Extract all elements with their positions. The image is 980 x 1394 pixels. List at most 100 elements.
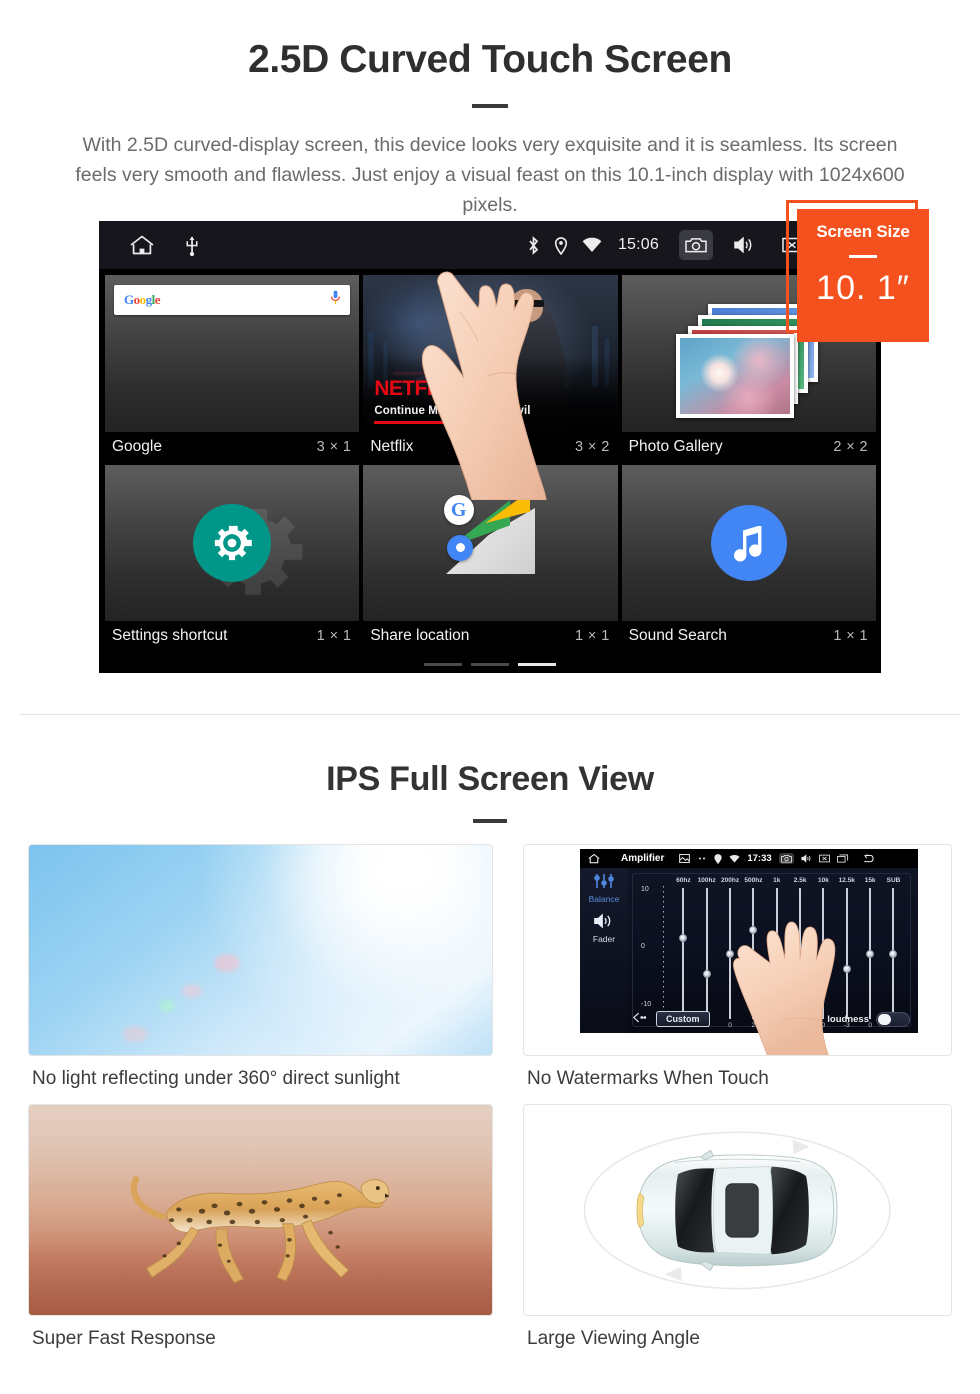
equalizer-scale: 10 0 -10 [641,886,671,1008]
gallery-icon[interactable] [679,854,691,863]
widget-cell-sound-search[interactable]: Sound Search 1 × 1 [621,464,876,651]
curved-touch-screen-section: 2.5D Curved Touch Screen With 2.5D curve… [0,0,980,716]
page-dot[interactable] [424,663,462,666]
back-arrow-icon[interactable] [862,853,877,864]
widget-meta-google: Google 3 × 1 [105,431,360,462]
netflix-artwork: NETFLIX Continue Marvel's Daredevil [363,275,618,432]
fader-speaker-icon[interactable] [580,904,628,934]
band-slider-knob[interactable] [866,949,875,958]
widget-preview-google: Google [105,275,360,432]
netflix-continue-text: Continue Marvel's Daredevil [374,404,531,417]
feature-card-viewing-angle: Large Viewing Angle [523,1104,952,1350]
amplifier-screenshot: Amplifier 17:33 Balance Fader 10 0 -10 6… [580,849,918,1055]
equalizer-band[interactable]: SUB 0 [883,877,904,1029]
amplifier-status-bar: Amplifier 17:33 [580,849,918,868]
bluetooth-icon [527,235,540,255]
google-maps-icon[interactable]: G [443,495,536,575]
usb-icon [185,234,199,256]
band-slider-track[interactable] [679,888,688,1019]
widget-preview-sound-search [621,464,876,621]
feature-card-fast-response: Super Fast Response [28,1104,493,1350]
equalizer-band[interactable]: 100hz -4 [696,877,717,1029]
equalizer-sliders-icon[interactable] [580,868,628,894]
screen-size-badge: Screen Size 10. 1″ [797,209,929,342]
previous-preset-icon[interactable] [632,1010,648,1028]
amplifier-sidebar: Balance Fader [580,868,628,1033]
band-frequency-label: 500hz [744,877,763,884]
section2-underline-rule [473,819,507,823]
camera-icon[interactable] [679,230,713,260]
car-top-view-illustration [584,1130,891,1290]
widget-meta-photo-gallery: Photo Gallery 2 × 2 [621,431,876,462]
band-frequency-label: 60hz [676,877,691,884]
widget-size: 1 × 1 [833,628,868,644]
volume-icon[interactable] [801,854,812,863]
widget-cell-netflix[interactable]: NETFLIX Continue Marvel's Daredevil Netf… [363,275,618,462]
android-head-unit-screenshot: 15:06 Google Google 3 × 1 NETFLIX Contin… [99,221,881,673]
loudness-toggle[interactable] [876,1011,910,1027]
widget-cell-share-location[interactable]: G Share location 1 × 1 [363,464,618,651]
netflix-progress-bar [374,420,505,424]
sidebar-label-balance[interactable]: Balance [580,894,628,904]
feature-card-caption: No Watermarks When Touch [527,1068,769,1089]
music-note-icon[interactable] [710,504,787,581]
sidebar-label-fader[interactable]: Fader [580,934,628,944]
screen-size-badge-rule [849,255,877,258]
android-home-screen: 15:06 Google Google 3 × 1 NETFLIX Contin… [99,221,881,673]
wifi-icon [582,237,602,253]
band-slider-track[interactable] [866,888,875,1019]
settings-gear-icon[interactable] [193,503,272,582]
band-slider-knob[interactable] [702,970,711,979]
widget-size: 2 × 2 [833,438,868,455]
recents-icon[interactable] [836,854,849,863]
widget-cell-settings-shortcut[interactable]: Settings shortcut 1 × 1 [105,464,360,651]
status-bar-clock: 15:06 [617,236,659,253]
band-frequency-label: 15k [864,877,876,884]
feature-card-caption: Large Viewing Angle [527,1328,700,1349]
google-logo: Google [124,292,161,307]
feature-card-no-watermarks: Amplifier 17:33 Balance Fader 10 0 -10 6… [523,844,952,1090]
band-frequency-label: 200hz [721,877,740,884]
band-frequency-label: 2.5k [793,877,807,884]
hand-touching-screen-illustration [733,921,836,1055]
camera-icon[interactable] [778,853,794,864]
location-icon [714,853,722,864]
preset-custom-button[interactable]: Custom [656,1011,710,1027]
equalizer-band[interactable]: 15k 0 [860,877,881,1029]
lens-flare-dot [181,983,202,998]
widget-name: Photo Gallery [628,437,723,455]
widget-size: 3 × 1 [316,438,352,455]
volume-icon[interactable] [727,230,761,260]
band-slider-track[interactable] [702,888,711,1019]
page-indicator[interactable] [424,663,556,666]
feature-card-media [28,844,493,1056]
feature-card-media [28,1104,493,1316]
screen-size-badge-title: Screen Size [816,222,910,241]
close-icon[interactable] [818,854,830,863]
section2-title: IPS Full Screen View [326,760,654,798]
scale-ticks [663,886,664,1008]
scale-min: -10 [641,1001,652,1008]
more-icon[interactable] [697,854,707,863]
widget-name: Sound Search [628,627,727,644]
widget-cell-google[interactable]: Google Google 3 × 1 [105,275,360,462]
widget-meta-share-location: Share location 1 × 1 [363,621,618,651]
equalizer-band[interactable]: 60hz 3 [673,877,694,1029]
amplifier-clock: 17:33 [747,853,772,864]
home-icon[interactable] [129,234,155,256]
title-underline-rule [472,104,508,108]
screen-size-badge-value: 10. 1″ [816,269,910,307]
page-dot-active[interactable] [518,663,556,666]
band-slider-knob[interactable] [889,949,898,958]
widget-size: 1 × 1 [575,628,610,644]
microphone-icon[interactable] [330,290,341,310]
widget-name: Netflix [370,437,414,455]
widget-meta-netflix: Netflix 3 × 2 [363,431,618,462]
band-frequency-label: 1k [773,877,781,884]
home-icon[interactable] [588,853,600,864]
google-search-widget[interactable]: Google [114,285,351,315]
band-slider-knob[interactable] [679,933,688,942]
page-dot[interactable] [471,663,509,666]
ips-full-screen-view-section: IPS Full Screen View No light reflecting… [0,716,980,1394]
band-slider-track[interactable] [889,888,898,1019]
